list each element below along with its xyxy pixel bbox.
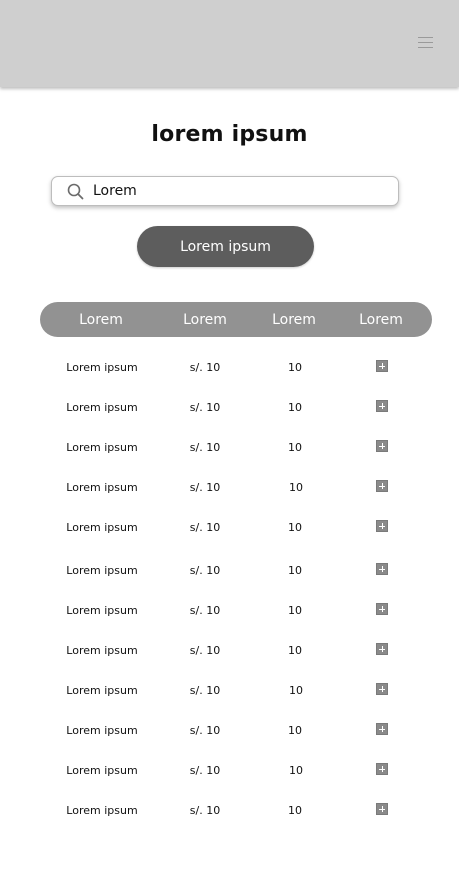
cell-quantity: 10 <box>289 481 303 494</box>
plus-square-icon[interactable] <box>376 563 388 575</box>
cell-quantity: 10 <box>288 604 302 617</box>
cell-price: s/. 10 <box>189 724 221 737</box>
plus-square-icon[interactable] <box>376 480 388 492</box>
cell-quantity: 10 <box>288 724 302 737</box>
search-input[interactable] <box>93 181 383 201</box>
column-header-2: Lorem <box>183 312 227 328</box>
table-row: Lorem ipsum s/. 10 10 <box>0 478 459 498</box>
cell-quantity: 10 <box>288 564 302 577</box>
cell-price: s/. 10 <box>189 564 221 577</box>
cell-price: s/. 10 <box>189 481 221 494</box>
cell-name: Lorem ipsum <box>66 481 138 494</box>
cell-name: Lorem ipsum <box>66 724 138 737</box>
cell-name: Lorem ipsum <box>66 521 138 534</box>
cell-quantity: 10 <box>289 764 303 777</box>
cell-quantity: 10 <box>288 804 302 817</box>
hamburger-menu-icon[interactable] <box>418 37 433 49</box>
plus-square-icon[interactable] <box>376 603 388 615</box>
plus-square-icon[interactable] <box>376 520 388 532</box>
cell-price: s/. 10 <box>189 764 221 777</box>
plus-square-icon[interactable] <box>376 803 388 815</box>
plus-square-icon[interactable] <box>376 400 388 412</box>
cell-price: s/. 10 <box>189 441 221 454</box>
table-row: Lorem ipsum s/. 10 10 <box>0 398 459 418</box>
top-app-bar <box>0 0 459 87</box>
cell-name: Lorem ipsum <box>66 604 138 617</box>
cell-price: s/. 10 <box>189 644 221 657</box>
column-header-3: Lorem <box>272 312 316 328</box>
page-title: lorem ipsum <box>151 122 308 147</box>
table-row: Lorem ipsum s/. 10 10 <box>0 801 459 821</box>
cell-quantity: 10 <box>288 401 302 414</box>
column-header-1: Lorem <box>79 312 123 328</box>
cell-name: Lorem ipsum <box>66 441 138 454</box>
table-row: Lorem ipsum s/. 10 10 <box>0 681 459 701</box>
cell-name: Lorem ipsum <box>66 684 138 697</box>
cell-name: Lorem ipsum <box>66 564 138 577</box>
cell-price: s/. 10 <box>189 361 221 374</box>
column-header-4: Lorem <box>359 312 403 328</box>
cell-price: s/. 10 <box>189 684 221 697</box>
table-row: Lorem ipsum s/. 10 10 <box>0 518 459 538</box>
primary-action-button[interactable]: Lorem ipsum <box>137 226 314 267</box>
search-bar[interactable] <box>51 176 399 206</box>
table-row: Lorem ipsum s/. 10 10 <box>0 561 459 581</box>
table-row: Lorem ipsum s/. 10 10 <box>0 721 459 741</box>
table-row: Lorem ipsum s/. 10 10 <box>0 601 459 621</box>
cell-price: s/. 10 <box>189 521 221 534</box>
cell-name: Lorem ipsum <box>66 644 138 657</box>
cell-price: s/. 10 <box>189 804 221 817</box>
plus-square-icon[interactable] <box>376 440 388 452</box>
table-row: Lorem ipsum s/. 10 10 <box>0 761 459 781</box>
cell-price: s/. 10 <box>189 401 221 414</box>
cell-quantity: 10 <box>288 361 302 374</box>
cell-quantity: 10 <box>289 684 303 697</box>
plus-square-icon[interactable] <box>376 723 388 735</box>
cell-quantity: 10 <box>288 644 302 657</box>
cell-name: Lorem ipsum <box>66 361 138 374</box>
cell-name: Lorem ipsum <box>66 401 138 414</box>
table-row: Lorem ipsum s/. 10 10 <box>0 358 459 378</box>
table-row: Lorem ipsum s/. 10 10 <box>0 438 459 458</box>
cell-quantity: 10 <box>288 441 302 454</box>
table-row: Lorem ipsum s/. 10 10 <box>0 641 459 661</box>
cell-name: Lorem ipsum <box>66 764 138 777</box>
search-icon <box>67 183 84 200</box>
plus-square-icon[interactable] <box>376 360 388 372</box>
cell-name: Lorem ipsum <box>66 804 138 817</box>
plus-square-icon[interactable] <box>376 683 388 695</box>
cell-price: s/. 10 <box>189 604 221 617</box>
plus-square-icon[interactable] <box>376 763 388 775</box>
cell-quantity: 10 <box>288 521 302 534</box>
plus-square-icon[interactable] <box>376 643 388 655</box>
table-header: Lorem Lorem Lorem Lorem <box>40 302 432 337</box>
